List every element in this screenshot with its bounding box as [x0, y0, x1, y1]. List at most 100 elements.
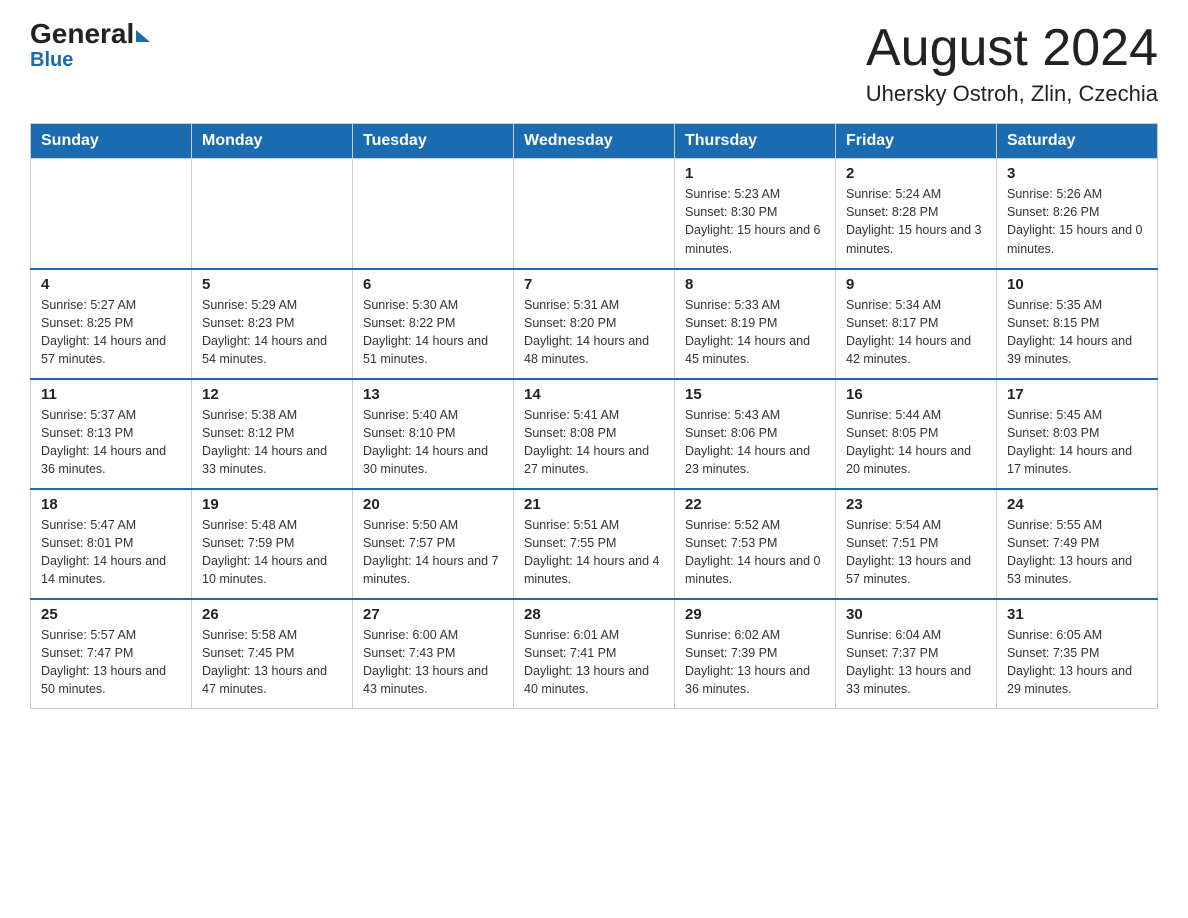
- day-info: Sunrise: 5:41 AM Sunset: 8:08 PM Dayligh…: [524, 406, 664, 479]
- table-row: [192, 159, 353, 269]
- col-thursday: Thursday: [675, 124, 836, 159]
- table-row: 6Sunrise: 5:30 AM Sunset: 8:22 PM Daylig…: [353, 269, 514, 379]
- day-info: Sunrise: 5:35 AM Sunset: 8:15 PM Dayligh…: [1007, 296, 1147, 369]
- table-row: 27 Sunrise: 6:00 AM Sunset: 7:43 PM Dayli…: [353, 599, 514, 709]
- col-friday: Friday: [836, 124, 997, 159]
- table-row: 19 Sunrise: 5:48 AM Sunset: 7:59 PM Dayli…: [192, 489, 353, 599]
- calendar-row: 4Sunrise: 5:27 AM Sunset: 8:25 PM Daylig…: [31, 269, 1158, 379]
- day-number: 30: [846, 606, 986, 623]
- table-row: [31, 159, 192, 269]
- table-row: 22 Sunrise: 5:52 AM Sunset: 7:53 PM Dayli…: [675, 489, 836, 599]
- table-row: 15Sunrise: 5:43 AM Sunset: 8:06 PM Dayli…: [675, 379, 836, 489]
- day-number: 19: [202, 496, 342, 513]
- day-info: Sunrise: 5:51 AM Sunset: 7:55 PM Dayligh…: [524, 516, 664, 589]
- calendar-row: 1Sunrise: 5:23 AM Sunset: 8:30 PM Daylig…: [31, 159, 1158, 269]
- day-number: 17: [1007, 386, 1147, 403]
- day-number: 22: [685, 496, 825, 513]
- table-row: 29 Sunrise: 6:02 AM Sunset: 7:39 PM Dayli…: [675, 599, 836, 709]
- day-info: Sunrise: 5:29 AM Sunset: 8:23 PM Dayligh…: [202, 296, 342, 369]
- day-number: 29: [685, 606, 825, 623]
- table-row: 13 Sunrise: 5:40 AM Sunset: 8:10 PM Dayli…: [353, 379, 514, 489]
- table-row: 24 Sunrise: 5:55 AM Sunset: 7:49 PM Dayli…: [997, 489, 1158, 599]
- day-info: Sunrise: 5:45 AM Sunset: 8:03 PM Dayligh…: [1007, 406, 1147, 479]
- logo-blue-text: Blue: [30, 50, 73, 70]
- table-row: 14 Sunrise: 5:41 AM Sunset: 8:08 PM Dayli…: [514, 379, 675, 489]
- day-number: 21: [524, 496, 664, 513]
- day-number: 25: [41, 606, 181, 623]
- day-info: Sunrise: 6:02 AM Sunset: 7:39 PM Dayligh…: [685, 626, 825, 699]
- day-info: Sunrise: 5:52 AM Sunset: 7:53 PM Dayligh…: [685, 516, 825, 589]
- day-number: 27: [363, 606, 503, 623]
- day-number: 8: [685, 276, 825, 293]
- table-row: 1Sunrise: 5:23 AM Sunset: 8:30 PM Daylig…: [675, 159, 836, 269]
- table-row: 31 Sunrise: 6:05 AM Sunset: 7:35 PM Dayli…: [997, 599, 1158, 709]
- day-info: Sunrise: 5:34 AM Sunset: 8:17 PM Dayligh…: [846, 296, 986, 369]
- title-area: August 2024 Uhersky Ostroh, Zlin, Czechi…: [866, 20, 1158, 107]
- table-row: 7 Sunrise: 5:31 AM Sunset: 8:20 PM Daylig…: [514, 269, 675, 379]
- logo: General Blue: [30, 20, 150, 70]
- col-tuesday: Tuesday: [353, 124, 514, 159]
- table-row: 21 Sunrise: 5:51 AM Sunset: 7:55 PM Dayli…: [514, 489, 675, 599]
- day-info: Sunrise: 5:30 AM Sunset: 8:22 PM Dayligh…: [363, 296, 503, 369]
- calendar-table: Sunday Monday Tuesday Wednesday Thursday…: [30, 123, 1158, 709]
- table-row: 12 Sunrise: 5:38 AM Sunset: 8:12 PM Dayli…: [192, 379, 353, 489]
- day-info: Sunrise: 6:01 AM Sunset: 7:41 PM Dayligh…: [524, 626, 664, 699]
- table-row: 17 Sunrise: 5:45 AM Sunset: 8:03 PM Dayli…: [997, 379, 1158, 489]
- day-info: Sunrise: 5:47 AM Sunset: 8:01 PM Dayligh…: [41, 516, 181, 589]
- day-number: 31: [1007, 606, 1147, 623]
- day-info: Sunrise: 5:40 AM Sunset: 8:10 PM Dayligh…: [363, 406, 503, 479]
- day-info: Sunrise: 6:00 AM Sunset: 7:43 PM Dayligh…: [363, 626, 503, 699]
- day-number: 26: [202, 606, 342, 623]
- table-row: 20Sunrise: 5:50 AM Sunset: 7:57 PM Dayli…: [353, 489, 514, 599]
- calendar-row: 11 Sunrise: 5:37 AM Sunset: 8:13 PM Dayli…: [31, 379, 1158, 489]
- day-info: Sunrise: 5:44 AM Sunset: 8:05 PM Dayligh…: [846, 406, 986, 479]
- table-row: 8Sunrise: 5:33 AM Sunset: 8:19 PM Daylig…: [675, 269, 836, 379]
- table-row: 30Sunrise: 6:04 AM Sunset: 7:37 PM Dayli…: [836, 599, 997, 709]
- table-row: [514, 159, 675, 269]
- day-info: Sunrise: 5:31 AM Sunset: 8:20 PM Dayligh…: [524, 296, 664, 369]
- col-saturday: Saturday: [997, 124, 1158, 159]
- day-info: Sunrise: 6:05 AM Sunset: 7:35 PM Dayligh…: [1007, 626, 1147, 699]
- table-row: 18Sunrise: 5:47 AM Sunset: 8:01 PM Dayli…: [31, 489, 192, 599]
- table-row: 4Sunrise: 5:27 AM Sunset: 8:25 PM Daylig…: [31, 269, 192, 379]
- day-number: 15: [685, 386, 825, 403]
- col-wednesday: Wednesday: [514, 124, 675, 159]
- table-row: 2 Sunrise: 5:24 AM Sunset: 8:28 PM Daylig…: [836, 159, 997, 269]
- day-info: Sunrise: 5:50 AM Sunset: 7:57 PM Dayligh…: [363, 516, 503, 589]
- day-info: Sunrise: 5:24 AM Sunset: 8:28 PM Dayligh…: [846, 185, 986, 258]
- day-number: 2: [846, 165, 986, 182]
- day-number: 7: [524, 276, 664, 293]
- day-number: 11: [41, 386, 181, 403]
- day-info: Sunrise: 5:38 AM Sunset: 8:12 PM Dayligh…: [202, 406, 342, 479]
- day-number: 28: [524, 606, 664, 623]
- table-row: 5Sunrise: 5:29 AM Sunset: 8:23 PM Daylig…: [192, 269, 353, 379]
- table-row: 3 Sunrise: 5:26 AM Sunset: 8:26 PM Daylig…: [997, 159, 1158, 269]
- day-info: Sunrise: 5:37 AM Sunset: 8:13 PM Dayligh…: [41, 406, 181, 479]
- day-number: 14: [524, 386, 664, 403]
- table-row: 25Sunrise: 5:57 AM Sunset: 7:47 PM Dayli…: [31, 599, 192, 709]
- day-info: Sunrise: 5:54 AM Sunset: 7:51 PM Dayligh…: [846, 516, 986, 589]
- table-row: 9 Sunrise: 5:34 AM Sunset: 8:17 PM Daylig…: [836, 269, 997, 379]
- table-row: 16Sunrise: 5:44 AM Sunset: 8:05 PM Dayli…: [836, 379, 997, 489]
- calendar-row: 18Sunrise: 5:47 AM Sunset: 8:01 PM Dayli…: [31, 489, 1158, 599]
- location-title: Uhersky Ostroh, Zlin, Czechia: [866, 81, 1158, 107]
- day-number: 10: [1007, 276, 1147, 293]
- table-row: 26Sunrise: 5:58 AM Sunset: 7:45 PM Dayli…: [192, 599, 353, 709]
- day-info: Sunrise: 5:55 AM Sunset: 7:49 PM Dayligh…: [1007, 516, 1147, 589]
- calendar-row: 25Sunrise: 5:57 AM Sunset: 7:47 PM Dayli…: [31, 599, 1158, 709]
- logo-general-text: General: [30, 20, 150, 48]
- day-number: 24: [1007, 496, 1147, 513]
- month-title: August 2024: [866, 20, 1158, 77]
- day-info: Sunrise: 5:48 AM Sunset: 7:59 PM Dayligh…: [202, 516, 342, 589]
- day-info: Sunrise: 5:26 AM Sunset: 8:26 PM Dayligh…: [1007, 185, 1147, 258]
- day-number: 9: [846, 276, 986, 293]
- table-row: 23 Sunrise: 5:54 AM Sunset: 7:51 PM Dayli…: [836, 489, 997, 599]
- day-number: 13: [363, 386, 503, 403]
- col-sunday: Sunday: [31, 124, 192, 159]
- day-number: 23: [846, 496, 986, 513]
- table-row: [353, 159, 514, 269]
- day-number: 3: [1007, 165, 1147, 182]
- day-number: 12: [202, 386, 342, 403]
- day-info: Sunrise: 5:27 AM Sunset: 8:25 PM Dayligh…: [41, 296, 181, 369]
- header-row: Sunday Monday Tuesday Wednesday Thursday…: [31, 124, 1158, 159]
